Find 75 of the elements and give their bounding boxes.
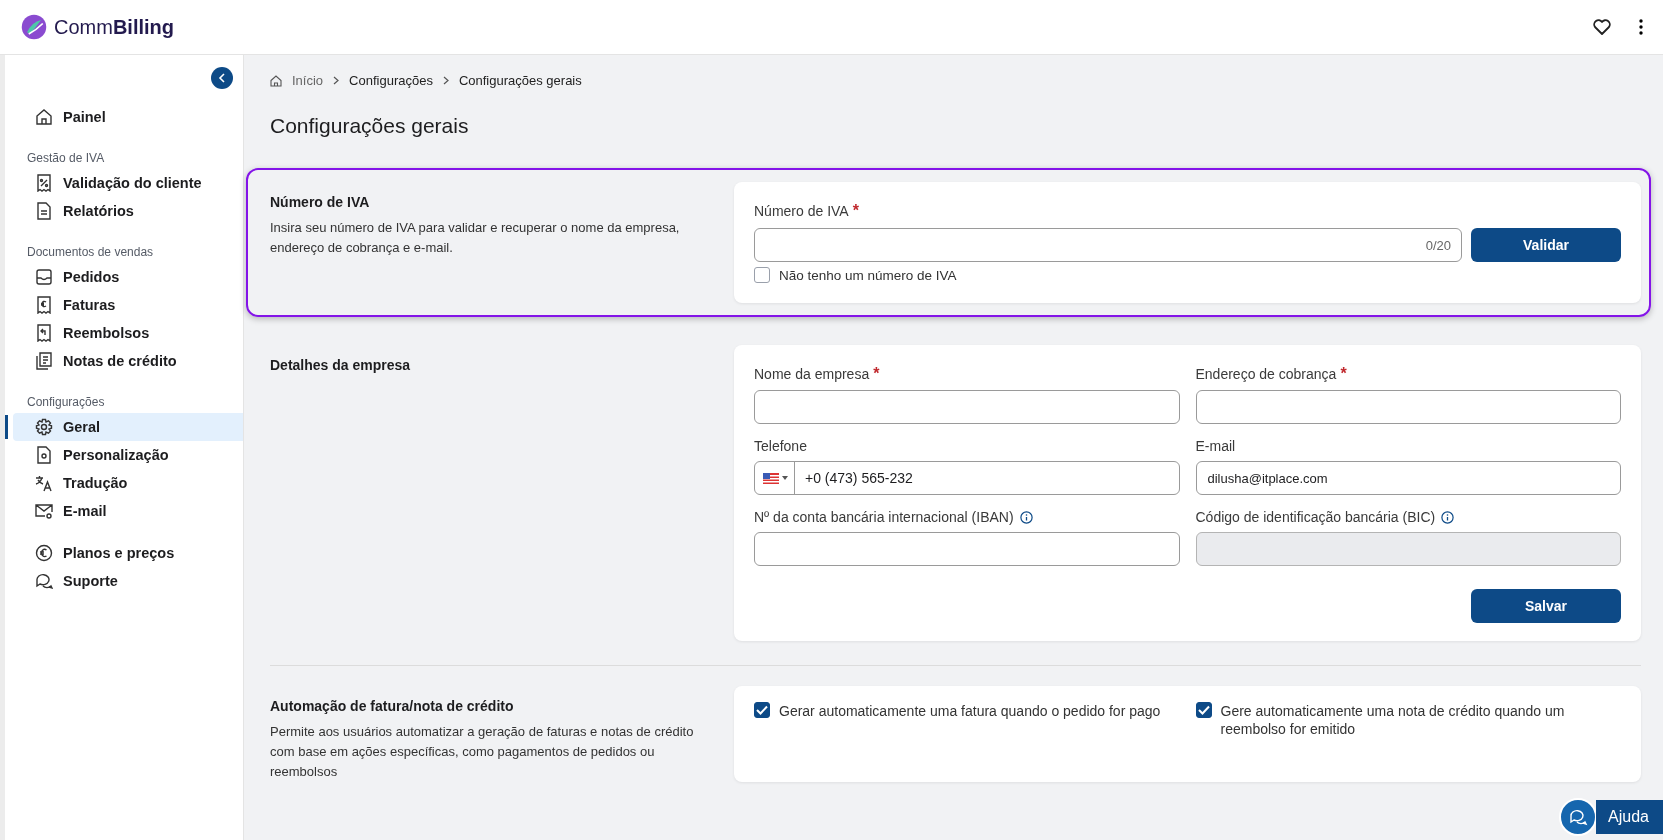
stack-icon [35, 352, 53, 370]
euro-icon [35, 544, 53, 562]
field-label: E-mail [1195, 438, 1236, 454]
required-asterisk: * [852, 202, 859, 220]
chat-icon[interactable] [1559, 798, 1598, 836]
checkbox[interactable] [754, 702, 770, 718]
checkbox-label: Gerar automaticamente uma fatura quando o pedido for pago [779, 702, 1161, 720]
section-description: Permite aos usuários automatizar a geração de faturas e notas de crédito com base em ações específicas, como pagamentos de pedidos ou reembolsos [270, 723, 695, 781]
sidebar-item[interactable]: Notas de crédito [13, 347, 243, 375]
sidebar-item[interactable]: Planos e preços [13, 539, 243, 567]
flag-icon [763, 472, 779, 484]
page-title: Configurações gerais [270, 114, 470, 138]
field-label: Telefone [754, 438, 807, 454]
translate-icon [35, 474, 53, 492]
chevron-icon [442, 76, 449, 85]
sidebar-item[interactable]: Pedidos [13, 263, 243, 291]
sidebar-item[interactable]: Tradução [13, 469, 243, 497]
sidebar-item[interactable]: Suporte [13, 567, 243, 595]
more-menu-icon[interactable] [1639, 19, 1643, 35]
info-icon[interactable] [1019, 510, 1033, 524]
chevron-left-icon [218, 73, 226, 83]
checkbox-label: Gere automaticamente uma nota de crédito quando um reembolso for emitido [1220, 702, 1566, 738]
section-description: Insira seu número de IVA para validar e recuperar o nome da empresa, endereço de cobrança e e-mail. [270, 219, 681, 257]
home-icon [270, 74, 282, 87]
breadcrumb-link[interactable]: Configurações gerais [458, 73, 582, 88]
section-title: Número de IVA [270, 194, 371, 210]
phone-field[interactable]: +0 (473) 565-232 [754, 461, 1180, 495]
text-field[interactable] [754, 532, 1180, 566]
field-label: Número de IVA [754, 203, 849, 219]
chevron-icon [333, 76, 340, 85]
checkbox[interactable] [754, 267, 770, 283]
checkbox-label: Não tenho um número de IVA [779, 267, 957, 285]
percent-icon [35, 174, 53, 192]
sidebar-section-title: Documentos de vendas [26, 244, 155, 261]
gear-doc-icon [35, 446, 53, 464]
field-label: Endereço de cobrança [1195, 366, 1337, 382]
breadcrumb-link[interactable]: Configurações [349, 73, 433, 88]
sidebar-item[interactable]: Relatórios [13, 197, 243, 225]
sidebar-item[interactable]: Personalização [13, 441, 243, 469]
home-icon [35, 108, 53, 126]
section-title: Automação de fatura/nota de crédito [270, 698, 515, 714]
text-field[interactable] [754, 390, 1180, 424]
required-asterisk: * [873, 365, 880, 383]
chat-icon [35, 572, 53, 590]
sidebar-item[interactable]: Validação do cliente [13, 169, 243, 197]
text-field[interactable] [1195, 390, 1621, 424]
help-button[interactable]: Ajuda [1596, 800, 1663, 834]
required-asterisk: * [1340, 365, 1347, 383]
text-field[interactable]: dilusha@itplace.com [1195, 461, 1621, 495]
field-label: Nome da empresa [754, 366, 870, 382]
field-label: Nº da conta bancária internacional (IBAN) [754, 509, 1014, 525]
validate-button[interactable]: Validar [1471, 228, 1621, 262]
sidebar-section-title: Configurações [26, 394, 106, 411]
section-title: Detalhes da empresa [270, 357, 412, 373]
collapse-button[interactable] [211, 67, 233, 89]
field-label: Código de identificação bancária (BIC) [1195, 509, 1436, 525]
doc-icon [35, 202, 53, 220]
inbox-icon [35, 268, 53, 286]
breadcrumb-link[interactable]: Início [292, 73, 324, 88]
sidebar-item[interactable]: Painel [13, 103, 243, 131]
sidebar-section-title: Gestão de IVA [26, 150, 106, 167]
caret-icon [782, 476, 788, 480]
heart-icon[interactable] [1593, 19, 1611, 35]
sidebar-item[interactable]: Reembolsos [13, 319, 243, 347]
euro-doc-icon [35, 296, 53, 314]
checkbox[interactable] [1195, 702, 1212, 718]
gear-icon [35, 418, 53, 436]
return-doc-icon [35, 324, 53, 342]
sidebar-item[interactable]: E-mail [13, 497, 243, 525]
mail-icon [35, 502, 53, 520]
sidebar-item[interactable]: Faturas [13, 291, 243, 319]
vat-number-field[interactable]: 0/20 [754, 228, 1462, 262]
logo-icon [20, 13, 48, 41]
save-button[interactable]: Salvar [1471, 589, 1621, 623]
logo-text: CommBilling [54, 15, 174, 39]
